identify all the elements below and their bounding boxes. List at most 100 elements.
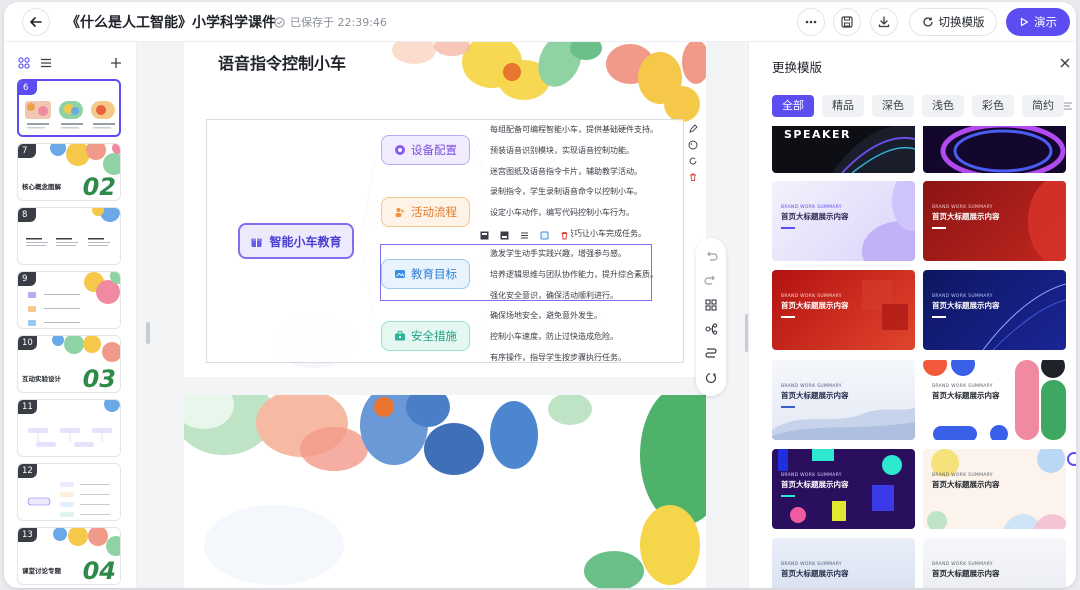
people-icon xyxy=(395,208,405,217)
template-card[interactable] xyxy=(923,126,1066,173)
slide-thumbnail-9[interactable]: 9 xyxy=(17,271,121,329)
trash-icon[interactable] xyxy=(688,172,698,182)
download-button[interactable] xyxy=(870,8,898,36)
refresh-icon xyxy=(922,17,933,27)
app-window: 《什么是人工智能》小学科学课件 已保存于 22:39:46 切换模版 演示 6 … xyxy=(4,2,1076,588)
template-title: 首页大标题展示内容 xyxy=(781,212,849,221)
top-bar: 《什么是人工智能》小学科学课件 已保存于 22:39:46 切换模版 演示 xyxy=(4,2,1076,42)
sidebar-collapse-handle[interactable] xyxy=(146,322,150,344)
template-title: 首页大标题展示内容 xyxy=(781,391,849,400)
mindmap-root-node[interactable]: 智能小车教育 xyxy=(238,223,354,259)
template-card[interactable]: BRAND WORK SUMMARY 首页大标题展示内容 xyxy=(923,538,1066,588)
template-card[interactable]: BRAND WORK SUMMARY 首页大标题展示内容 xyxy=(923,181,1066,261)
filter-dark[interactable]: 深色 xyxy=(872,95,914,117)
layout-icon[interactable] xyxy=(704,298,718,312)
add-slide-icon[interactable] xyxy=(110,57,122,69)
template-card[interactable]: BRAND WORK SUMMARY 首页大标题展示内容 xyxy=(772,538,915,588)
more-horizontal-icon xyxy=(805,20,817,24)
leaf-node[interactable]: 每组配备可编程智能小车，提供基础硬件支持。 xyxy=(490,124,658,135)
save-button[interactable] xyxy=(833,8,861,36)
selection-box[interactable] xyxy=(380,244,652,301)
filter-all[interactable]: 全部 xyxy=(772,95,814,117)
connector-icon[interactable] xyxy=(704,346,718,360)
play-icon xyxy=(1020,17,1029,27)
slide-label: 课堂讨论专题 xyxy=(22,567,61,575)
floating-toolbar xyxy=(696,238,726,396)
slide-editor[interactable]: 语音指令控制小车 智能小车教育 设备配置 活动流程 教育目标 安全措施 每组配备… xyxy=(184,42,706,377)
slide-thumbnail-13[interactable]: 13 课堂讨论专题 04 xyxy=(17,527,121,585)
more-button[interactable] xyxy=(797,8,825,36)
list-view-icon[interactable] xyxy=(40,57,52,69)
back-button[interactable] xyxy=(22,8,50,36)
template-card[interactable]: SPEAKER xyxy=(772,126,915,173)
slide-title[interactable]: 语音指令控制小车 xyxy=(218,50,346,74)
leaf-node[interactable]: …技巧让小车完成任务。 xyxy=(558,228,646,239)
template-subtitle: BRAND WORK SUMMARY xyxy=(781,294,842,299)
leaf-node[interactable]: 录制指令，学生录制语音命令以控制小车。 xyxy=(490,186,642,197)
color-icon[interactable] xyxy=(540,231,549,240)
save-status: 已保存于 22:39:46 xyxy=(274,14,387,30)
slide-thumbnail-6[interactable]: 6 xyxy=(17,79,121,137)
template-card[interactable]: BRAND WORK SUMMARY 首页大标题展示内容 xyxy=(772,360,915,440)
assistant-float-icon[interactable] xyxy=(1067,452,1076,466)
check-circle-icon xyxy=(274,16,285,28)
template-subtitle: BRAND WORK SUMMARY xyxy=(781,473,842,478)
template-card[interactable]: BRAND WORK SUMMARY 首页大标题展示内容 xyxy=(772,449,915,529)
undo-icon[interactable] xyxy=(704,249,718,263)
leaf-node[interactable]: 有序操作，指导学生按步骤执行任务。 xyxy=(490,352,626,363)
slide-number: 10 xyxy=(18,336,37,350)
filter-colorful[interactable]: 彩色 xyxy=(972,95,1014,117)
edit-icon[interactable] xyxy=(688,124,698,134)
rotate-icon[interactable] xyxy=(688,156,698,166)
leaf-node[interactable]: 确保场地安全，避免意外发生。 xyxy=(490,310,602,321)
add-child-icon[interactable] xyxy=(500,231,509,240)
redo-icon[interactable] xyxy=(704,273,718,287)
template-card[interactable]: BRAND WORK SUMMARY 首页大标题展示内容 xyxy=(923,270,1066,350)
template-card[interactable]: BRAND WORK SUMMARY 首页大标题展示内容 xyxy=(923,360,1066,440)
mindmap-icon[interactable] xyxy=(704,322,718,336)
leaf-node[interactable]: 控制小车速度，防止过快造成危险。 xyxy=(490,331,618,342)
palette-icon[interactable] xyxy=(688,140,698,150)
filter-premium[interactable]: 精品 xyxy=(822,95,864,117)
leaf-node[interactable]: 预装语音识别模块，实现语音控制功能。 xyxy=(490,145,634,156)
switch-template-label: 切换模版 xyxy=(938,15,985,29)
close-icon[interactable] xyxy=(1058,56,1072,70)
template-card[interactable]: BRAND WORK SUMMARY 首页大标题展示内容 xyxy=(772,270,915,350)
slide-number: 6 xyxy=(19,81,37,95)
filter-light[interactable]: 浅色 xyxy=(922,95,964,117)
next-slide-preview[interactable] xyxy=(184,395,706,588)
floppy-disk-icon xyxy=(841,16,853,28)
filter-simple[interactable]: 简约 xyxy=(1022,95,1064,117)
briefcase-icon xyxy=(395,331,405,341)
add-sibling-icon[interactable] xyxy=(480,231,489,240)
leaf-node[interactable]: 迷宫图纸及语音指令卡片，辅助教学活动。 xyxy=(490,166,642,177)
template-card[interactable]: BRAND WORK SUMMARY 首页大标题展示内容 xyxy=(923,449,1066,529)
slide-thumbnail-12[interactable]: 12 xyxy=(17,463,121,521)
branch-node-process[interactable]: 活动流程 xyxy=(381,197,470,227)
document-title[interactable]: 《什么是人工智能》小学科学课件 xyxy=(66,12,276,32)
slide-section-number: 03 xyxy=(82,365,116,393)
slide-number: 11 xyxy=(18,400,37,414)
slide-number: 9 xyxy=(18,272,36,286)
branch-node-equipment[interactable]: 设备配置 xyxy=(381,135,470,165)
style-icon[interactable] xyxy=(520,231,529,240)
template-title: 首页大标题展示内容 xyxy=(932,301,1000,310)
grid-view-icon[interactable] xyxy=(18,57,30,69)
download-icon xyxy=(878,16,890,28)
ai-refresh-icon[interactable] xyxy=(704,371,718,385)
filter-scroll-icon[interactable] xyxy=(1062,100,1074,112)
branch-node-safety[interactable]: 安全措施 xyxy=(381,321,470,351)
slide-thumbnail-10[interactable]: 10 互动实验设计 03 xyxy=(17,335,121,393)
slide-thumbnail-11[interactable]: 11 xyxy=(17,399,121,457)
slide-section-number: 02 xyxy=(82,173,116,201)
present-button[interactable]: 演示 xyxy=(1006,8,1070,36)
template-card[interactable]: BRAND WORK SUMMARY 首页大标题展示内容 xyxy=(772,181,915,261)
element-side-tools xyxy=(688,124,700,182)
slide-thumbnail-8[interactable]: 8 xyxy=(17,207,121,265)
leaf-node[interactable]: 设定小车动作，编写代码控制小车行为。 xyxy=(490,207,634,218)
slide-thumbnail-7[interactable]: 7 核心概念图解 02 xyxy=(17,143,121,201)
template-preview xyxy=(940,126,1066,173)
template-subtitle: BRAND WORK SUMMARY xyxy=(932,384,993,389)
switch-template-button[interactable]: 切换模版 xyxy=(909,8,997,36)
delete-icon[interactable] xyxy=(560,231,569,240)
